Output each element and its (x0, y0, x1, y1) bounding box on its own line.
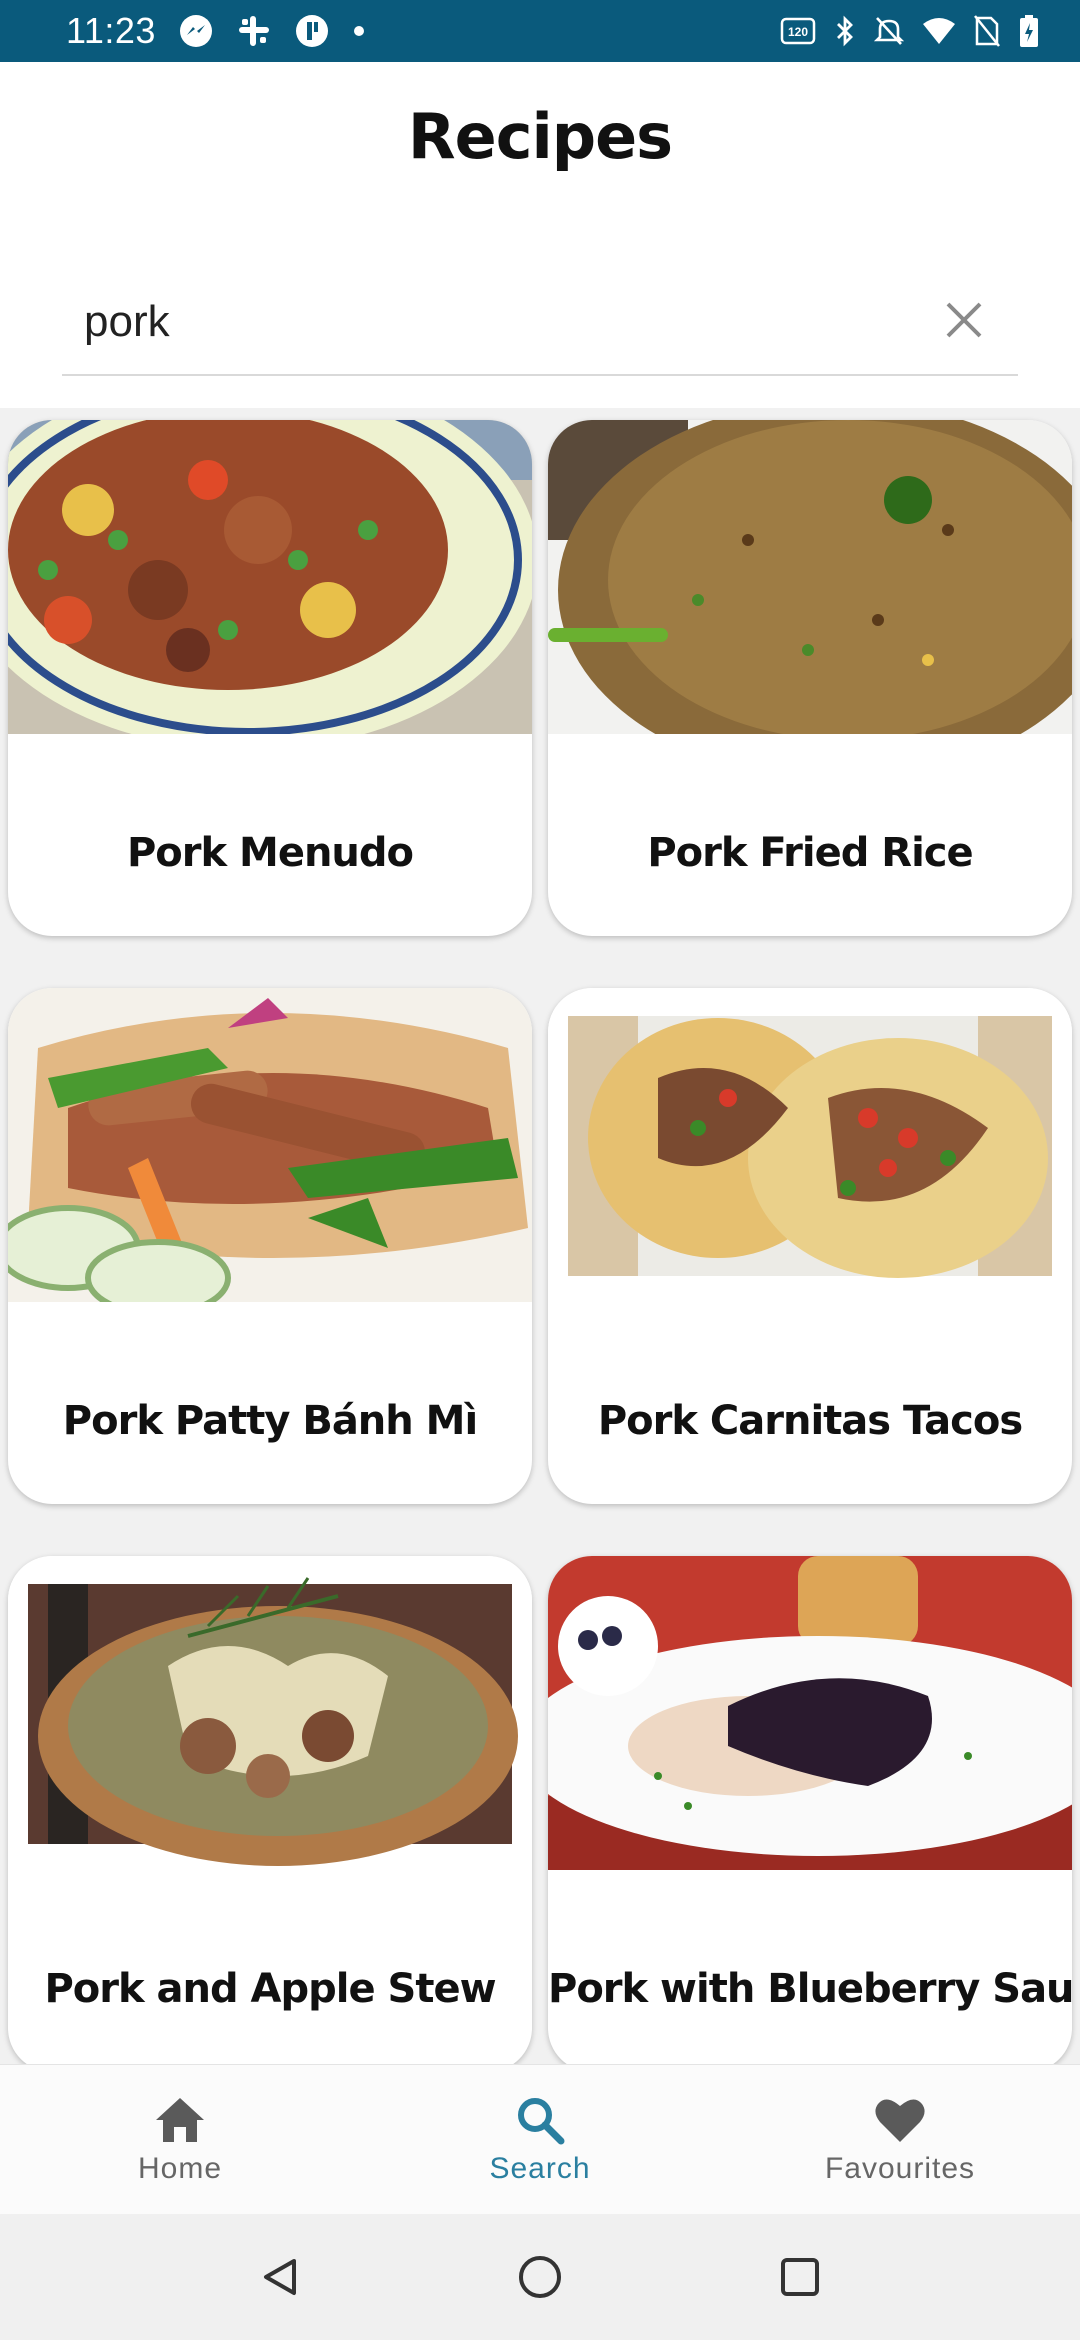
recipe-image (548, 420, 1072, 734)
close-icon (946, 302, 982, 338)
nav-home[interactable]: Home (0, 2065, 360, 2214)
system-navigation (0, 2214, 1080, 2340)
dot-icon (352, 24, 366, 38)
back-icon (264, 2259, 296, 2295)
no-sim-icon (974, 15, 1000, 47)
circle-home-icon (519, 2256, 561, 2298)
bottom-navigation: Home Search Favourites (0, 2064, 1080, 2214)
recipe-card[interactable]: Pork Patty Bánh Mì (8, 988, 532, 1504)
nav-search[interactable]: Search (360, 2065, 720, 2214)
recipe-card[interactable]: Pork with Blueberry Sauce (548, 1556, 1072, 2064)
recipe-image (8, 1556, 532, 1870)
recipe-title: Pork Patty Bánh Mì (62, 1398, 478, 1444)
recipe-card[interactable]: Pork Menudo (8, 420, 532, 936)
wifi-icon (922, 16, 956, 46)
slack-icon (236, 13, 272, 49)
recipe-image (8, 988, 532, 1302)
recipe-card[interactable]: Pork Carnitas Tacos (548, 988, 1072, 1504)
mute-icon (874, 15, 904, 47)
recipe-image (548, 1556, 1072, 1870)
recipe-title: Pork with Blueberry Sauce (548, 1966, 1072, 2012)
recipe-image (548, 988, 1072, 1302)
page-title: Recipes (407, 100, 673, 173)
nav-favourites[interactable]: Favourites (720, 2065, 1080, 2214)
search-field[interactable] (62, 270, 1018, 376)
app-icon (294, 13, 330, 49)
back-button[interactable] (240, 2237, 320, 2317)
nav-search-label: Search (489, 2151, 591, 2185)
recipe-title: Pork Menudo (126, 830, 414, 876)
recipe-card[interactable]: Pork and Apple Stew (8, 1556, 532, 2064)
square-recents-icon (781, 2258, 819, 2296)
messenger-icon (178, 13, 214, 49)
status-system-icons: 120 (780, 14, 1040, 48)
recipe-title: Pork and Apple Stew (44, 1966, 496, 2012)
refresh-rate-icon: 120 (780, 16, 816, 46)
battery-icon (1018, 14, 1040, 48)
status-notification-icons (178, 13, 366, 49)
search-input[interactable] (62, 282, 922, 362)
svg-text:120: 120 (788, 25, 808, 39)
recents-button[interactable] (760, 2237, 840, 2317)
home-icon (156, 2097, 204, 2142)
recipe-title: Pork Fried Rice (647, 830, 973, 876)
heart-icon (875, 2098, 925, 2142)
search-icon (518, 2097, 565, 2144)
nav-home-label: Home (137, 2151, 223, 2185)
recipe-card[interactable]: Pork Fried Rice (548, 420, 1072, 936)
clear-search-button[interactable] (940, 296, 988, 344)
nav-favourites-label: Favourites (824, 2151, 976, 2185)
recipe-image (8, 420, 532, 734)
home-system-button[interactable] (500, 2237, 580, 2317)
recipe-title: Pork Carnitas Tacos (597, 1398, 1023, 1444)
recipe-grid[interactable]: Pork Menudo Pork Fried Rice Pork Patty B… (0, 408, 1080, 2064)
status-time: 11:23 (66, 10, 156, 51)
bluetooth-icon (834, 15, 856, 47)
status-bar: 11:23 120 (0, 0, 1080, 62)
